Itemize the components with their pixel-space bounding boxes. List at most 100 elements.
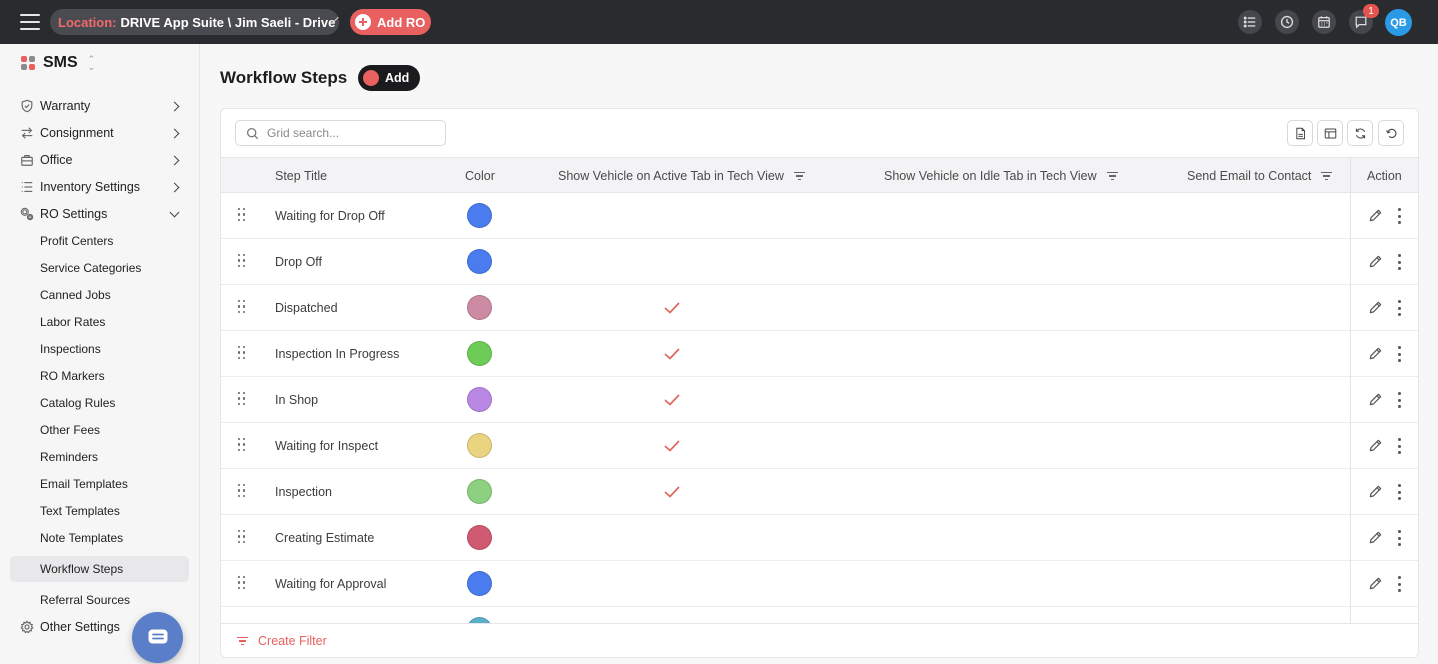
sidebar-item-other-fees[interactable]: Other Fees — [40, 419, 190, 441]
filter-icon[interactable] — [793, 171, 805, 181]
sidebar-item-inventory-settings[interactable]: Inventory Settings — [20, 175, 190, 199]
brand-name: SMS — [43, 54, 78, 71]
checkmark-icon — [663, 437, 681, 455]
drag-handle-icon[interactable] — [238, 530, 246, 544]
edit-pencil-icon[interactable] — [1368, 484, 1383, 499]
drag-handle-icon[interactable] — [238, 484, 246, 498]
filter-icon[interactable] — [1106, 171, 1118, 181]
more-vertical-icon[interactable] — [1396, 254, 1402, 270]
plus-circle-icon — [355, 14, 371, 30]
sidebar-item-canned-jobs[interactable]: Canned Jobs — [40, 284, 190, 306]
sidebar-item-profit-centers[interactable]: Profit Centers — [40, 230, 190, 252]
step-title: Waiting for Drop Off — [275, 209, 385, 223]
office-icon — [20, 153, 34, 167]
sidebar-item-service-categories[interactable]: Service Categories — [40, 257, 190, 279]
more-vertical-icon[interactable] — [1396, 392, 1402, 408]
edit-pencil-icon[interactable] — [1368, 254, 1383, 269]
drag-handle-icon[interactable] — [238, 254, 246, 268]
edit-pencil-icon[interactable] — [1368, 438, 1383, 453]
sidebar-item-ro-settings[interactable]: RO Settings — [20, 202, 190, 226]
table-row[interactable]: Waiting for Inspect — [221, 423, 1418, 469]
messages-icon[interactable]: 1 — [1349, 4, 1379, 34]
column-idle-tab[interactable]: Show Vehicle on Idle Tab in Tech View — [884, 158, 1118, 194]
sidebar-item-note-templates[interactable]: Note Templates — [40, 527, 190, 549]
reset-button[interactable] — [1378, 120, 1404, 146]
column-color[interactable]: Color — [465, 158, 495, 194]
edit-pencil-icon[interactable] — [1368, 346, 1383, 361]
menu-icon[interactable] — [20, 12, 40, 32]
more-vertical-icon[interactable] — [1396, 346, 1402, 362]
edit-pencil-icon[interactable] — [1368, 300, 1383, 315]
sidebar-item-consignment[interactable]: Consignment — [20, 121, 190, 145]
edit-pencil-icon[interactable] — [1368, 530, 1383, 545]
more-vertical-icon[interactable] — [1396, 576, 1402, 592]
table-header: Step Title Color Show Vehicle on Active … — [221, 157, 1418, 194]
drag-handle-icon[interactable] — [238, 576, 246, 590]
notification-badge: 1 — [1363, 4, 1379, 18]
gear-icon — [20, 620, 34, 634]
pdf-icon — [1295, 127, 1305, 139]
table-row[interactable]: Waiting for Approval — [221, 561, 1418, 607]
list-icon[interactable] — [1238, 10, 1262, 34]
drag-handle-icon[interactable] — [238, 438, 246, 452]
refresh-button[interactable] — [1347, 120, 1373, 146]
add-ro-button[interactable]: Add RO — [350, 9, 431, 35]
grid-search[interactable] — [235, 120, 446, 146]
sidebar-item-ro-markers[interactable]: RO Markers — [40, 365, 190, 387]
sidebar-item-labor-rates[interactable]: Labor Rates — [40, 311, 190, 333]
edit-pencil-icon[interactable] — [1368, 576, 1383, 591]
sidebar-item-text-templates[interactable]: Text Templates — [40, 500, 190, 522]
drag-handle-icon[interactable] — [238, 346, 246, 360]
table-row[interactable]: Inspection In Progress — [221, 331, 1418, 377]
filter-icon — [237, 636, 248, 646]
sidebar-item-warranty[interactable]: Warranty — [20, 94, 190, 118]
more-vertical-icon[interactable] — [1396, 484, 1402, 500]
color-swatch — [467, 295, 492, 320]
more-vertical-icon[interactable] — [1396, 530, 1402, 546]
avatar[interactable]: QB — [1385, 9, 1412, 36]
columns-button[interactable] — [1317, 120, 1343, 146]
create-filter-button[interactable]: Create Filter — [237, 634, 327, 648]
brand-switcher[interactable]: SMS ⌃ ⌄ — [21, 54, 95, 72]
sidebar-item-email-templates[interactable]: Email Templates — [40, 473, 190, 495]
edit-pencil-icon[interactable] — [1368, 392, 1383, 407]
calendar-icon[interactable] — [1312, 10, 1336, 34]
more-vertical-icon[interactable] — [1396, 300, 1402, 316]
sidebar-item-catalog-rules[interactable]: Catalog Rules — [40, 392, 190, 414]
table-row[interactable]: Waiting for Drop Off — [221, 193, 1418, 239]
add-step-button[interactable]: Add — [358, 65, 420, 91]
location-selector[interactable]: Location: DRIVE App Suite \ Jim Saeli - … — [50, 9, 339, 35]
table-row[interactable]: In Shop — [221, 377, 1418, 423]
sidebar-item-office[interactable]: Office — [20, 148, 190, 172]
list-settings-icon — [20, 180, 34, 194]
action-column-divider — [1350, 157, 1351, 623]
chat-button[interactable] — [132, 612, 183, 663]
grid-footer: Create Filter — [221, 623, 1418, 657]
sidebar-item-inspections[interactable]: Inspections — [40, 338, 190, 360]
more-vertical-icon[interactable] — [1396, 438, 1402, 454]
step-title: Dispatched — [275, 301, 338, 315]
sidebar-item-workflow-steps[interactable]: Workflow Steps — [40, 558, 190, 580]
sidebar-item-referral-sources[interactable]: Referral Sources — [40, 589, 190, 611]
table-row[interactable]: Creating Estimate — [221, 515, 1418, 561]
edit-pencil-icon[interactable] — [1368, 208, 1383, 223]
more-vertical-icon[interactable] — [1396, 208, 1402, 224]
sidebar-item-reminders[interactable]: Reminders — [40, 446, 190, 468]
column-send-email[interactable]: Send Email to Contact — [1187, 158, 1333, 194]
search-input[interactable] — [267, 126, 437, 140]
chevron-down-icon — [169, 207, 180, 217]
column-active-tab[interactable]: Show Vehicle on Active Tab in Tech View — [558, 158, 805, 194]
drag-handle-icon[interactable] — [238, 300, 246, 314]
filter-icon[interactable] — [1321, 171, 1333, 181]
drag-handle-icon[interactable] — [238, 208, 246, 222]
color-swatch — [467, 203, 492, 228]
column-step-title[interactable]: Step Title — [275, 158, 327, 194]
table-row[interactable]: Dispatched — [221, 285, 1418, 331]
drag-handle-icon[interactable] — [238, 392, 246, 406]
clock-icon[interactable] — [1275, 10, 1299, 34]
step-title: Waiting for Approval — [275, 577, 387, 591]
export-pdf-button[interactable] — [1287, 120, 1313, 146]
table-row[interactable]: Inspection — [221, 469, 1418, 515]
location-value: DRIVE App Suite \ Jim Saeli - Drive — [120, 14, 336, 30]
table-row[interactable]: Drop Off — [221, 239, 1418, 285]
